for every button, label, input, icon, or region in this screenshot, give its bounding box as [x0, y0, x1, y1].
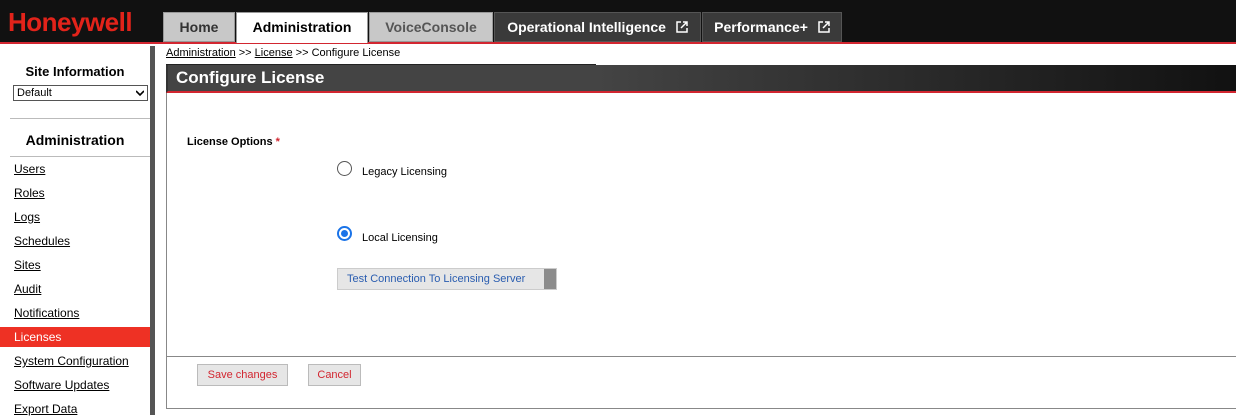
tab-home[interactable]: Home — [163, 12, 235, 42]
divider — [10, 118, 150, 119]
tab-home-label: Home — [179, 19, 219, 35]
sidebar-item-logs[interactable]: Logs — [0, 207, 150, 227]
top-navigation-bar: Honeywell Home Administration VoiceConso… — [0, 0, 1236, 44]
license-options-text: License Options — [187, 136, 273, 148]
breadcrumb-separator: >> — [235, 47, 255, 59]
tab-administration[interactable]: Administration — [236, 12, 368, 43]
button-edge — [544, 269, 556, 289]
sidebar-item-schedules[interactable]: Schedules — [0, 231, 150, 251]
local-licensing-label[interactable]: Local Licensing — [362, 232, 438, 244]
local-licensing-radio[interactable] — [337, 226, 352, 241]
sidebar-item-software-updates[interactable]: Software Updates — [0, 375, 150, 395]
test-connection-label: Test Connection To Licensing Server — [347, 273, 526, 285]
divider — [10, 156, 150, 157]
test-connection-button[interactable]: Test Connection To Licensing Server — [337, 268, 557, 290]
external-link-icon — [818, 21, 830, 33]
tab-performance-plus-label: Performance+ — [714, 19, 808, 35]
breadcrumb-separator: >> — [292, 47, 312, 59]
honeywell-logo[interactable]: Honeywell — [8, 8, 133, 36]
chevron-down-icon — [136, 90, 144, 97]
required-marker: * — [275, 136, 280, 148]
site-select[interactable]: Default — [13, 85, 148, 101]
legacy-licensing-radio[interactable] — [337, 161, 352, 176]
sidebar: Site Information Default Administration … — [0, 46, 150, 416]
content-panel — [166, 93, 1236, 409]
sidebar-item-system-configuration[interactable]: System Configuration — [0, 351, 150, 371]
tab-administration-label: Administration — [252, 19, 352, 35]
legacy-licensing-label[interactable]: Legacy Licensing — [362, 166, 447, 178]
breadcrumb-current: Configure License — [311, 47, 401, 59]
breadcrumb-license-link[interactable]: License — [255, 47, 293, 59]
site-information-heading: Site Information — [25, 64, 125, 79]
sidebar-item-notifications[interactable]: Notifications — [0, 303, 150, 323]
save-changes-button[interactable]: Save changes — [197, 364, 288, 386]
cancel-button[interactable]: Cancel — [308, 364, 361, 386]
breadcrumb-administration-link[interactable]: Administration — [166, 47, 236, 59]
breadcrumb: Administration >> License >> Configure L… — [166, 47, 400, 59]
tab-operational-intelligence[interactable]: Operational Intelligence — [494, 12, 701, 42]
administration-heading: Administration — [25, 132, 125, 148]
sidebar-item-audit[interactable]: Audit — [0, 279, 150, 299]
sidebar-item-sites[interactable]: Sites — [0, 255, 150, 275]
sidebar-splitter[interactable] — [150, 46, 155, 415]
sidebar-item-roles[interactable]: Roles — [0, 183, 150, 203]
tab-operational-intelligence-label: Operational Intelligence — [507, 19, 666, 35]
footer-divider — [166, 356, 1236, 357]
tab-voiceconsole[interactable]: VoiceConsole — [369, 12, 493, 42]
tab-voiceconsole-label: VoiceConsole — [385, 19, 477, 35]
sidebar-item-export-data[interactable]: Export Data — [0, 399, 150, 419]
page-title: Configure License — [176, 68, 325, 87]
page-title-bar: Configure License — [166, 65, 1236, 93]
tab-performance-plus[interactable]: Performance+ — [702, 12, 842, 42]
sidebar-item-users[interactable]: Users — [0, 159, 150, 179]
external-link-icon — [676, 21, 688, 33]
license-options-label: License Options * — [187, 136, 280, 148]
site-select-value: Default — [17, 87, 52, 99]
sidebar-item-licenses[interactable]: Licenses — [0, 327, 150, 347]
